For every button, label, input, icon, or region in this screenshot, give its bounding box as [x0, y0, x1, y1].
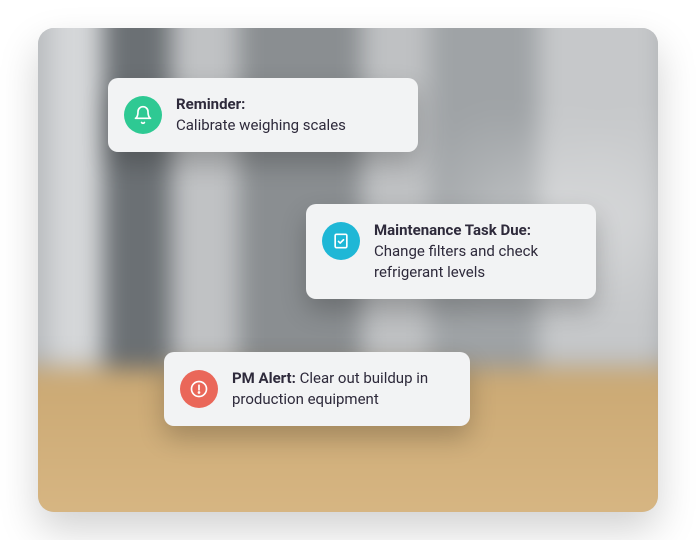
notification-title: PM Alert: — [232, 369, 296, 387]
bell-icon — [124, 96, 162, 134]
notification-text: Maintenance Task Due: Change filters and… — [374, 220, 574, 283]
alert-circle-icon — [180, 370, 218, 408]
notification-title: Reminder: — [176, 95, 245, 113]
notification-overlay-frame: Reminder: Calibrate weighing scales Main… — [38, 28, 658, 512]
notification-body: Change filters and check refrigerant lev… — [374, 241, 574, 283]
notification-card-pm-alert[interactable]: PM Alert: Clear out buildup in productio… — [164, 352, 470, 426]
notification-card-maintenance[interactable]: Maintenance Task Due: Change filters and… — [306, 204, 596, 299]
notification-body: Calibrate weighing scales — [176, 115, 346, 136]
notification-text: PM Alert: Clear out buildup in productio… — [232, 368, 448, 410]
notification-text: Reminder: Calibrate weighing scales — [176, 94, 346, 136]
notification-title: Maintenance Task Due: — [374, 221, 531, 239]
clipboard-check-icon — [322, 222, 360, 260]
notification-card-reminder[interactable]: Reminder: Calibrate weighing scales — [108, 78, 418, 152]
